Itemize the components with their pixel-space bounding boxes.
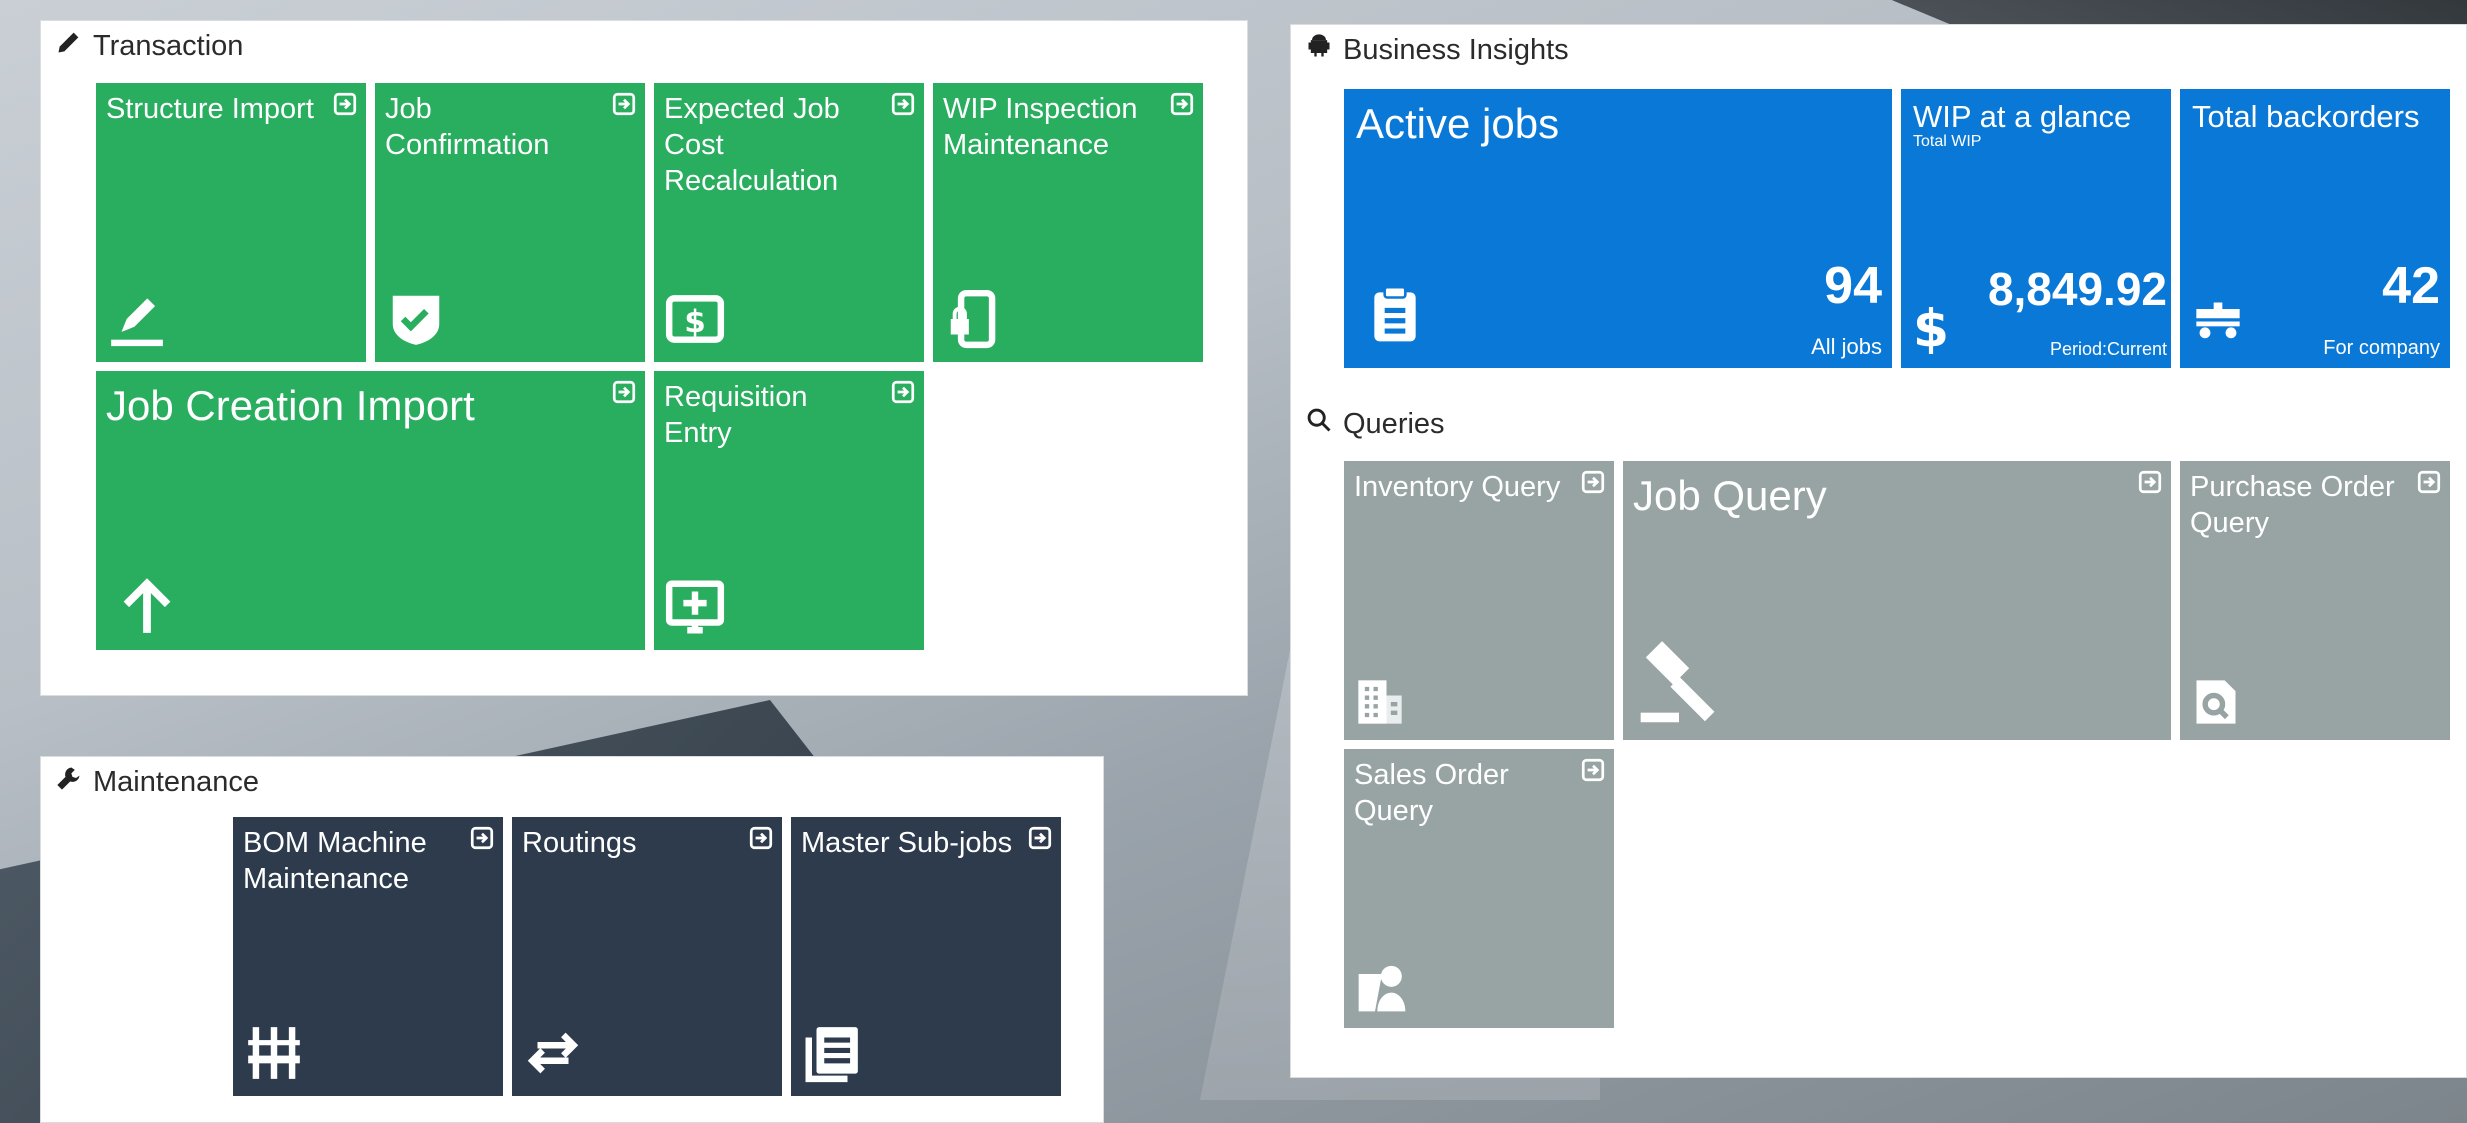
- kpi-wip-at-a-glance[interactable]: WIP at a glance Total WIP $ 8,849.92 Per…: [1901, 89, 2171, 368]
- open-icon[interactable]: [1580, 469, 1606, 495]
- open-icon[interactable]: [1027, 825, 1053, 851]
- kpi-unit: All jobs: [1811, 334, 1882, 359]
- tile-master-sub-jobs[interactable]: Master Sub-jobs: [791, 817, 1061, 1096]
- queries-title: Queries: [1343, 407, 1445, 440]
- open-icon[interactable]: [332, 91, 358, 117]
- swap-arrows-icon: [522, 1022, 584, 1084]
- truck-icon: [2192, 296, 2244, 348]
- tile-job-confirmation[interactable]: Job Confirmation: [375, 83, 645, 362]
- kpi-title: WIP at a glance: [1913, 99, 2132, 134]
- sliders-icon: [243, 1022, 305, 1084]
- monitor-plus-icon: [664, 576, 726, 638]
- kpi-title: Total backorders: [2192, 99, 2420, 134]
- android-icon: [1305, 32, 1333, 68]
- tile-label: Expected Job Cost Recalculation: [664, 93, 840, 197]
- kpi-value: 94: [1824, 257, 1882, 315]
- transaction-panel: Transaction Structure Import Job Confirm…: [40, 20, 1248, 696]
- queries-header: Queries: [1305, 407, 1445, 441]
- tile-label: BOM Machine Maintenance: [243, 827, 427, 895]
- transaction-header: Transaction: [55, 29, 243, 63]
- maintenance-panel: Maintenance BOM Machine Maintenance Rout…: [40, 756, 1104, 1123]
- open-icon[interactable]: [748, 825, 774, 851]
- building-icon: [1354, 676, 1406, 728]
- tile-label: Job Query: [1633, 472, 1827, 519]
- open-icon[interactable]: [2137, 469, 2163, 495]
- document-list-icon: [801, 1022, 863, 1084]
- tile-job-query[interactable]: Job Query: [1623, 461, 2171, 740]
- tile-label: Inventory Query: [1354, 471, 1561, 503]
- svg-text:$: $: [684, 304, 706, 340]
- dollar-bill-icon: $: [664, 288, 726, 350]
- open-icon[interactable]: [890, 91, 916, 117]
- open-icon[interactable]: [611, 91, 637, 117]
- tile-label: Master Sub-jobs: [801, 827, 1013, 859]
- insights-title: Business Insights: [1343, 33, 1569, 66]
- tile-sales-order-query[interactable]: Sales Order Query: [1344, 749, 1614, 1028]
- kpi-active-jobs[interactable]: Active jobs 94 All jobs: [1344, 89, 1892, 368]
- svg-text:$: $: [1913, 300, 1949, 359]
- open-icon[interactable]: [1169, 91, 1195, 117]
- kpi-total-backorders[interactable]: Total backorders 42 For company: [2180, 89, 2450, 368]
- pencil-icon: [106, 288, 168, 350]
- insights-panel: Business Insights Active jobs 94 All job…: [1290, 24, 2467, 1078]
- tile-wip-inspection-maintenance[interactable]: WIP Inspection Maintenance: [933, 83, 1203, 362]
- clipboard-icon: [1364, 282, 1426, 344]
- insights-header: Business Insights: [1305, 33, 1569, 67]
- tile-structure-import[interactable]: Structure Import: [96, 83, 366, 362]
- kpi-value: 42: [2382, 257, 2440, 315]
- customer-icon: [1354, 960, 1410, 1016]
- shield-check-icon: [385, 288, 447, 350]
- tile-label: Job Creation Import: [106, 382, 475, 429]
- tile-label: Job Confirmation: [385, 93, 550, 161]
- tile-job-creation-import[interactable]: Job Creation Import: [96, 371, 645, 650]
- tile-requisition-entry[interactable]: Requisition Entry: [654, 371, 924, 650]
- tile-label: Sales Order Query: [1354, 759, 1509, 827]
- kpi-unit: For company: [2323, 337, 2440, 359]
- maintenance-title: Maintenance: [93, 765, 260, 798]
- tile-label: Routings: [522, 827, 637, 859]
- gavel-icon: [1633, 636, 1725, 728]
- mobile-lock-icon: [943, 288, 1005, 350]
- tile-purchase-order-query[interactable]: Purchase Order Query: [2180, 461, 2450, 740]
- open-icon[interactable]: [2416, 469, 2442, 495]
- tile-label: WIP Inspection Maintenance: [943, 93, 1138, 161]
- kpi-subtitle: Total WIP: [1913, 133, 1982, 150]
- tile-expected-job-cost-recalculation[interactable]: Expected Job Cost Recalculation $: [654, 83, 924, 362]
- tile-label: Requisition Entry: [664, 381, 808, 449]
- document-search-icon: [2190, 676, 2242, 728]
- transaction-title: Transaction: [93, 29, 244, 62]
- open-icon[interactable]: [611, 379, 637, 405]
- kpi-title: Active jobs: [1356, 100, 1560, 147]
- maintenance-header: Maintenance: [55, 765, 259, 799]
- tile-bom-machine-maintenance[interactable]: BOM Machine Maintenance: [233, 817, 503, 1096]
- tile-label: Structure Import: [106, 93, 314, 125]
- open-icon[interactable]: [469, 825, 495, 851]
- dollar-sign-icon: $: [1905, 296, 1957, 360]
- arrow-up-icon: [116, 576, 178, 638]
- open-icon[interactable]: [1580, 757, 1606, 783]
- kpi-unit: Period:Current: [2049, 339, 2167, 359]
- wrench-icon: [55, 764, 83, 800]
- tile-routings[interactable]: Routings: [512, 817, 782, 1096]
- tile-inventory-query[interactable]: Inventory Query: [1344, 461, 1614, 740]
- tile-label: Purchase Order Query: [2190, 471, 2395, 539]
- pencil-icon: [55, 28, 83, 64]
- open-icon[interactable]: [890, 379, 916, 405]
- kpi-value: 8,849.92: [1987, 263, 2167, 315]
- search-icon: [1305, 406, 1333, 442]
